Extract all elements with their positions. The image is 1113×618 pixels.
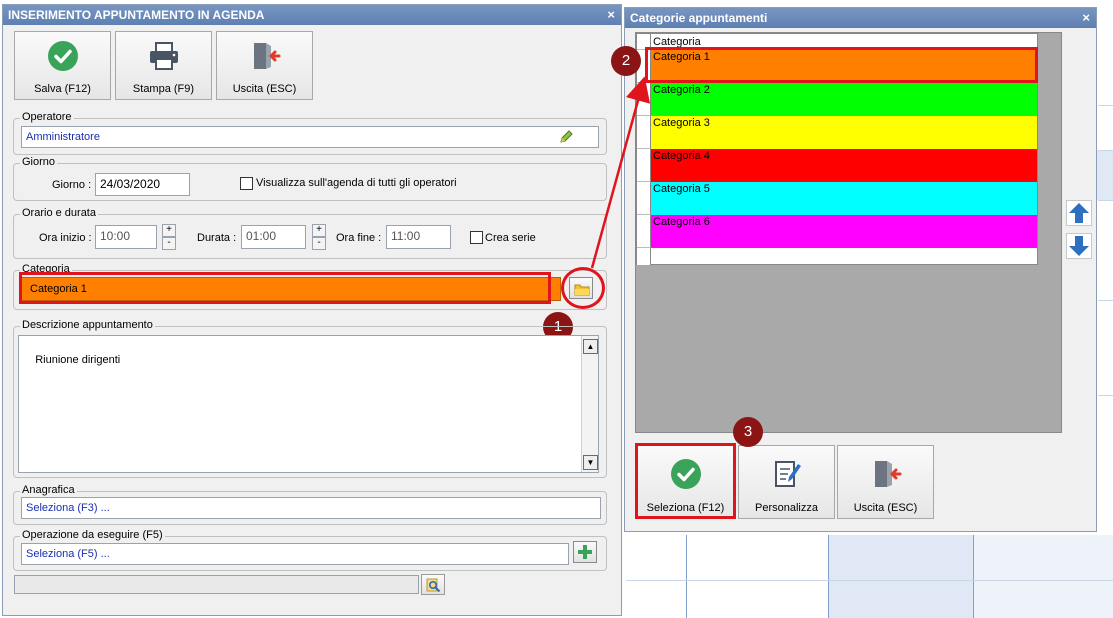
annotation-arrow <box>590 76 651 269</box>
